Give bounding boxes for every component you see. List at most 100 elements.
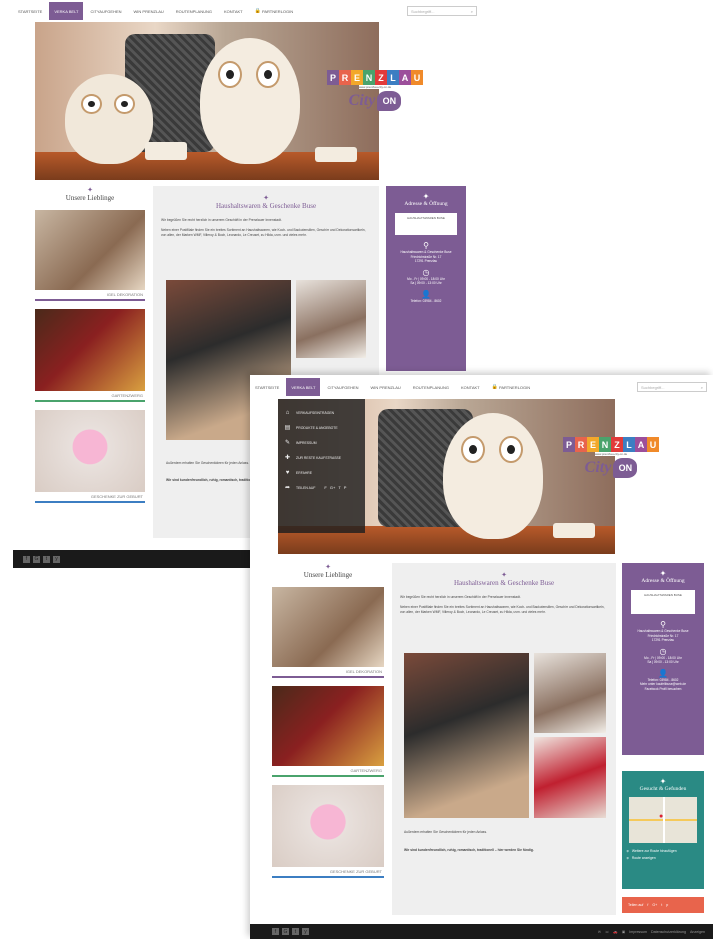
twitter-icon[interactable]: t	[43, 555, 50, 563]
share-icon: ➦	[284, 485, 291, 491]
search-input[interactable]: Suchbegriff... ⌕	[637, 382, 707, 392]
heart-icon: ♥	[285, 469, 290, 476]
nav-item-startseite[interactable]: STARTSEITE	[13, 2, 47, 20]
partnerlogin-label: PARTNERLOGIN	[261, 8, 294, 14]
catalog-icon: ▤	[284, 425, 291, 431]
nav-item-win-prenzlau[interactable]: WIN PRENZLAU	[366, 378, 406, 396]
logo-on: ON	[613, 458, 638, 478]
twitter-icon[interactable]: t	[292, 928, 299, 935]
pinterest-icon[interactable]: p	[344, 485, 347, 490]
favorite-item[interactable]: GESCHENKE ZUR GEBURT	[272, 785, 384, 878]
google-plus-icon[interactable]: G+	[652, 903, 657, 907]
nav-item-routenplanung[interactable]: ROUTENPLANUNG	[171, 2, 217, 20]
nav-item-kontakt[interactable]: KONTAKT	[219, 2, 248, 20]
menu-item-produkte[interactable]: ▤ PRODUKTE & ANGEBOTE	[278, 420, 365, 435]
logo-letter: U	[411, 70, 423, 85]
search-input[interactable]: Suchbegriff... ⌕	[407, 6, 477, 16]
home-icon: ⌂	[285, 409, 290, 416]
footer-link[interactable]: Impressum	[629, 930, 647, 934]
logo-city: City	[348, 92, 376, 109]
nav-item-startseite[interactable]: STARTSEITE	[250, 378, 284, 396]
facebook-icon[interactable]: f	[272, 928, 279, 935]
phone-icon[interactable]: ☏	[605, 930, 610, 934]
info-icon[interactable]: ▣	[622, 930, 625, 934]
youtube-icon[interactable]: y	[53, 555, 60, 563]
mail-icon[interactable]: ✉	[598, 930, 601, 934]
nav-item-partnerlogin[interactable]: 🔒 PARTNERLOGIN	[487, 378, 536, 396]
prenzlau-logo: PRENZLAU www.prenzlau-city.on.de City ON	[563, 437, 659, 478]
favorite-item[interactable]: GARTENZWERG	[272, 686, 384, 777]
nav-item-partnerlogin[interactable]: 🔒 PARTNERLOGIN	[250, 2, 299, 20]
logo-on: ON	[377, 91, 402, 111]
gartenzwerg-photo	[35, 309, 145, 391]
twitter-icon[interactable]: t	[661, 903, 662, 907]
content-paragraph: Neben einer Postfiliale finden Sie ein b…	[400, 605, 605, 614]
logo-letter: U	[647, 437, 659, 452]
nav-item-routenplanung[interactable]: ROUTENPLANUNG	[408, 378, 454, 396]
search-icon[interactable]: ⌕	[701, 385, 703, 390]
logo-tagline: www.prenzlau-city.on.de	[358, 85, 392, 89]
content-panel: ✦ Haushaltswaren & Geschenke Buse Wir be…	[392, 563, 616, 915]
lock-icon: 🔒	[254, 8, 261, 14]
favorite-item[interactable]: IGEL DEKORATION	[272, 587, 384, 678]
pinterest-icon[interactable]: p	[666, 903, 668, 907]
footer-link[interactable]: Datenschutzerklärung	[651, 930, 686, 934]
content-title: Haushaltswaren & Geschenke Buse	[215, 202, 317, 210]
menu-item-share: ➦ TEILEN AUF f G+ t p	[278, 480, 365, 495]
car-icon[interactable]: 🚗	[613, 930, 617, 934]
balloon-photo	[35, 410, 145, 492]
logo-letter: E	[587, 437, 599, 452]
menu-item-kaufstrasse[interactable]: ✚ ZUR RESTE KAUFSTRASSE	[278, 450, 365, 465]
map-link[interactable]: ➲ Route anzeigen	[626, 856, 700, 860]
map-thumbnail[interactable]: ●	[629, 797, 697, 843]
social-share-box: Teilen auf f G+ t p	[622, 897, 704, 913]
footer: f G t y ✉ ☏ 🚗 ▣ Impressum Datenschutzerk…	[250, 924, 713, 939]
favorite-item[interactable]: IGEL DEKORATION	[35, 210, 145, 301]
nav-item-verkabelt[interactable]: VERKA BELT	[49, 2, 84, 20]
address-box: ✦ Adresse & Öffnung HAUSHALTSWAREN BUSE …	[386, 186, 466, 371]
logo-letter: E	[351, 70, 363, 85]
person-icon: 👤	[658, 668, 668, 678]
content-extra: Außerdem erhalten Sie Geschenkideen für …	[404, 830, 488, 834]
logo-letter: L	[387, 70, 399, 85]
google-icon[interactable]: G	[282, 928, 289, 935]
social-label: Teilen auf	[628, 903, 644, 907]
logo-letter: R	[575, 437, 587, 452]
footer-link[interactable]: Anzeigen	[690, 930, 705, 934]
clock-icon: ◷	[659, 646, 667, 656]
menu-label: ERFAHRE	[296, 470, 313, 475]
hedgehog-photo	[272, 587, 384, 667]
logo-letter: A	[399, 70, 411, 85]
menu-item-verkaufseintraegen[interactable]: ⌂ VERKAUFSEINTRÄGEN	[278, 405, 365, 420]
candle	[145, 142, 187, 160]
main-menu-overlay: ⌂ VERKAUFSEINTRÄGEN ▤ PRODUKTE & ANGEBOTE …	[278, 399, 365, 533]
facebook-icon[interactable]: f	[324, 485, 326, 490]
youtube-icon[interactable]: y	[302, 928, 309, 935]
nav-item-verkabelt[interactable]: VERKA BELT	[286, 378, 321, 396]
logo-letter: L	[623, 437, 635, 452]
google-plus-icon[interactable]: G+	[330, 485, 335, 490]
nav-item-cityaufgehen[interactable]: CITYAUFGEHEN	[322, 378, 363, 396]
map-link[interactable]: ➲ Weitere zur Route hinzufügen	[626, 849, 700, 853]
nav-item-kontakt[interactable]: KONTAKT	[456, 378, 485, 396]
content-extra: Außerdem erhalten Sie Geschenkideen für …	[166, 461, 250, 465]
favorite-item[interactable]: GARTENZWERG	[35, 309, 145, 402]
logo-letters: PRENZLAU	[327, 70, 423, 85]
nav-item-cityaufgehen[interactable]: CITYAUFGEHEN	[85, 2, 126, 20]
menu-item-erfahre[interactable]: ♥ ERFAHRE	[278, 465, 365, 480]
menu-item-impressum[interactable]: ✎ IMPRESSUM	[278, 435, 365, 450]
address-title: Adresse & Öffnung	[404, 201, 448, 207]
google-icon[interactable]: G	[33, 555, 40, 563]
search-icon[interactable]: ⌕	[471, 9, 473, 14]
favorites-column: ✦ Unsere Lieblinge IGEL DEKORATION GARTEN…	[35, 186, 145, 503]
nav-item-win-prenzlau[interactable]: WIN PRENZLAU	[129, 2, 169, 20]
facebook-icon[interactable]: f	[647, 903, 648, 907]
menu-label: VERKAUFSEINTRÄGEN	[296, 410, 335, 415]
favorite-item[interactable]: GESCHENKE ZUR GEBURT	[35, 410, 145, 503]
twitter-icon[interactable]: t	[338, 485, 340, 490]
contact-line: Telefon: 03984 - 8602	[410, 298, 442, 303]
map-box: ✦ Gesucht & Gefunden ● ➲ Weitere zur Rout…	[622, 771, 704, 889]
facebook-icon[interactable]: f	[23, 555, 30, 563]
contact-line[interactable]: Facebook Profil besuchen	[626, 687, 700, 692]
pin-icon: ✦	[659, 569, 667, 578]
